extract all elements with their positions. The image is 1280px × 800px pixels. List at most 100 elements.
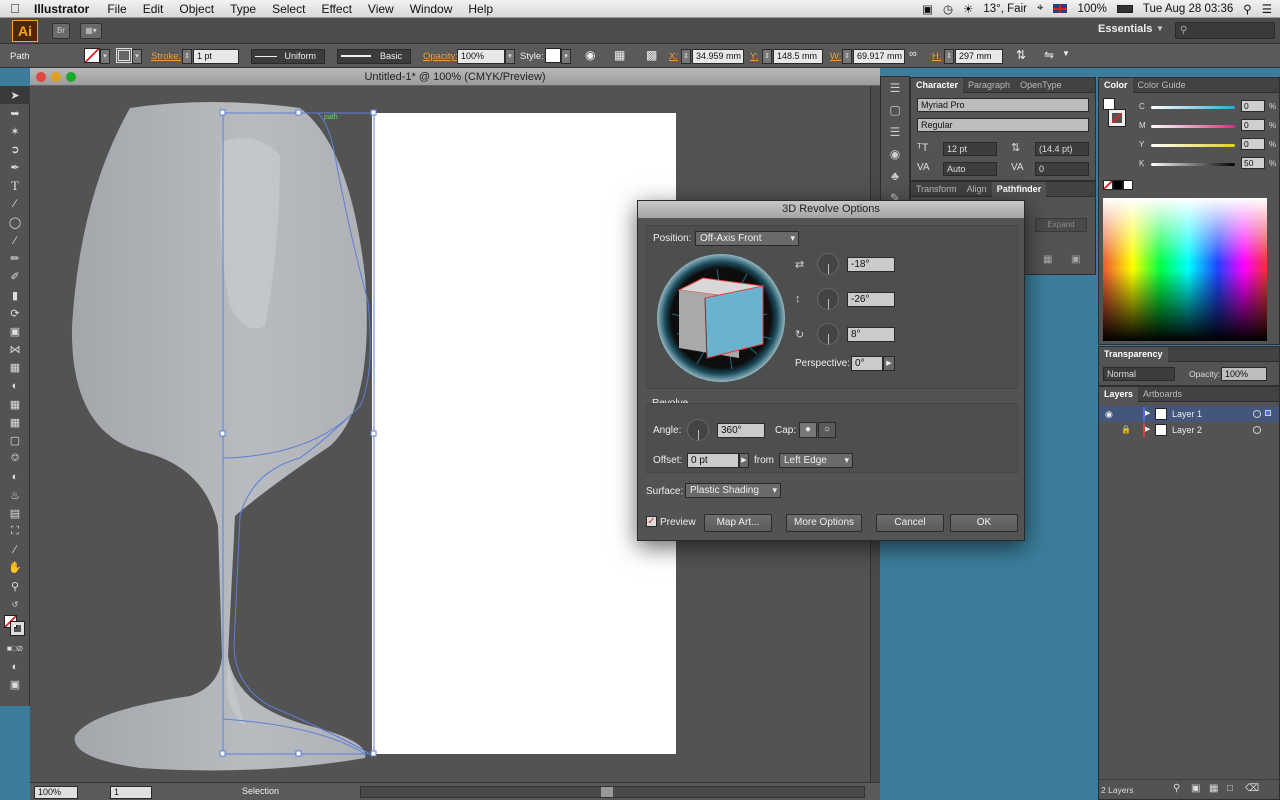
gradient-panel-icon[interactable]: ▢: [881, 99, 909, 121]
pathfinder-trim-icon[interactable]: ▦: [1043, 254, 1052, 265]
layer-row-2[interactable]: 🔒 ▶ Layer 2: [1099, 422, 1279, 438]
weather-status[interactable]: 13°, Fair: [983, 3, 1027, 15]
minimize-window-button[interactable]: [51, 72, 61, 82]
target-circle-icon[interactable]: [1253, 426, 1261, 434]
map-art-button[interactable]: Map Art...: [704, 514, 772, 532]
spotlight-icon[interactable]: ⚲: [1243, 2, 1251, 16]
arrange-documents-button[interactable]: ▦▾: [80, 22, 102, 39]
tab-character[interactable]: Character: [911, 77, 964, 93]
offset-slider-button[interactable]: ▶: [739, 453, 749, 468]
width-tool-icon[interactable]: ⋈: [0, 341, 30, 359]
lasso-tool-icon[interactable]: ➲: [0, 141, 30, 159]
tab-opentype[interactable]: OpenType: [1015, 78, 1067, 93]
pathfinder-minus-back-icon[interactable]: ▣: [1071, 254, 1080, 265]
mesh-tool-icon[interactable]: ▦: [0, 413, 30, 431]
battery-icon[interactable]: [1116, 4, 1133, 13]
hand-tool-icon[interactable]: ✋: [0, 559, 30, 577]
expand-button[interactable]: Expand: [1035, 218, 1087, 232]
expand-triangle-icon[interactable]: ▶: [1145, 422, 1150, 438]
preview-checkbox[interactable]: ✓: [646, 516, 657, 527]
variable-width-profile[interactable]: Uniform: [251, 49, 325, 64]
clipping-mask-icon[interactable]: ▣: [1191, 783, 1200, 794]
reference-point-icon[interactable]: ▩: [646, 48, 657, 62]
slice-tool-icon[interactable]: ∕: [0, 541, 30, 559]
h-label[interactable]: H:: [932, 51, 942, 62]
zoom-tool-icon[interactable]: ⚲: [0, 577, 30, 595]
menu-type[interactable]: Type: [222, 2, 264, 16]
cyan-input[interactable]: 0: [1241, 100, 1265, 112]
tab-transparency[interactable]: Transparency: [1099, 346, 1168, 362]
width-input[interactable]: 69.917 mm: [853, 49, 905, 64]
font-size-input[interactable]: 12 pt: [943, 142, 997, 156]
stroke-stepper[interactable]: ⇕: [182, 49, 192, 64]
brush-definition[interactable]: Basic: [337, 49, 411, 64]
align-icon[interactable]: ▦: [614, 48, 625, 62]
chevron-down-icon[interactable]: ▼: [1156, 24, 1164, 33]
horizontal-scrollbar[interactable]: [360, 786, 865, 798]
cube-preview[interactable]: [657, 254, 785, 382]
battery-status[interactable]: 100%: [1077, 3, 1106, 15]
swap-fill-stroke-icon[interactable]: ↺: [0, 595, 30, 613]
black-swatch[interactable]: [1113, 180, 1123, 190]
ok-button[interactable]: OK: [950, 514, 1018, 532]
appearance-panel-icon[interactable]: ◉: [881, 143, 909, 165]
more-options-button[interactable]: More Options: [786, 514, 862, 532]
stroke-color-dropdown[interactable]: ▾: [132, 49, 142, 64]
zoom-level-input[interactable]: 100%: [34, 786, 78, 799]
menu-object[interactable]: Object: [171, 2, 222, 16]
pencil-tool-icon[interactable]: ✏: [0, 250, 30, 268]
color-mode-icon[interactable]: ■□⊘: [0, 639, 30, 657]
surface-select[interactable]: Plastic Shading: [685, 483, 781, 498]
opacity-input[interactable]: 100%: [457, 49, 505, 64]
yellow-slider[interactable]: [1151, 144, 1235, 147]
layer-name[interactable]: Layer 2: [1172, 422, 1202, 438]
menu-edit[interactable]: Edit: [135, 2, 172, 16]
cap-on-button[interactable]: ●: [799, 422, 817, 438]
lock-icon[interactable]: 🔒: [1121, 422, 1131, 438]
x-stepper[interactable]: ⇕: [681, 49, 691, 64]
leading-input[interactable]: (14.4 pt): [1035, 142, 1089, 156]
white-swatch[interactable]: [1123, 180, 1133, 190]
selection-tool-icon[interactable]: ➤: [0, 86, 30, 105]
new-layer-icon[interactable]: □: [1227, 783, 1233, 794]
constrain-proportions-icon[interactable]: ∞: [909, 48, 917, 60]
fill-color-box[interactable]: [1103, 98, 1115, 110]
line-tool-icon[interactable]: ∕: [0, 195, 30, 213]
scrollbar-thumb[interactable]: [601, 787, 613, 797]
type-tool-icon[interactable]: T: [0, 177, 30, 195]
x-label[interactable]: X:: [669, 51, 678, 62]
stroke-swatch[interactable]: [116, 48, 132, 63]
track-cube-sphere[interactable]: [657, 254, 785, 382]
from-select[interactable]: Left Edge: [779, 453, 853, 468]
x-rotation-dial[interactable]: [817, 253, 839, 275]
trash-icon[interactable]: ⌫: [1245, 783, 1259, 794]
stroke-label[interactable]: Stroke:: [151, 51, 181, 62]
locate-object-icon[interactable]: ⚲: [1173, 783, 1180, 794]
artboard-tool-icon[interactable]: ⛶: [0, 523, 30, 541]
tab-color[interactable]: Color: [1099, 77, 1133, 93]
menu-select[interactable]: Select: [264, 2, 313, 16]
w-label[interactable]: W:: [830, 51, 841, 62]
font-family-select[interactable]: Myriad Pro: [917, 98, 1089, 112]
screen-icon[interactable]: ▣: [922, 2, 933, 16]
visibility-eye-icon[interactable]: ◉: [1105, 406, 1113, 422]
tab-align[interactable]: Align: [962, 182, 992, 197]
z-rotation-input[interactable]: 8°: [847, 327, 895, 342]
black-input[interactable]: 50: [1241, 157, 1265, 169]
recolor-icon[interactable]: ◉: [585, 48, 595, 62]
bridge-button[interactable]: Br: [52, 22, 70, 39]
perspective-grid-tool-icon[interactable]: ▦: [0, 395, 30, 413]
help-search-input[interactable]: ⚲: [1175, 22, 1275, 39]
paintbrush-tool-icon[interactable]: ∕: [0, 232, 30, 250]
perspective-slider-button[interactable]: ▶: [883, 356, 895, 371]
x-rotation-input[interactable]: -18°: [847, 257, 895, 272]
opacity-dropdown[interactable]: ▾: [505, 49, 515, 64]
tab-paragraph[interactable]: Paragraph: [963, 78, 1015, 93]
isolate-icon[interactable]: ⇋: [1044, 48, 1054, 62]
transform-icon[interactable]: ⇅: [1016, 48, 1026, 62]
timemachine-icon[interactable]: ◷: [943, 2, 953, 16]
y-rotation-input[interactable]: -26°: [847, 292, 895, 307]
fill-swatch[interactable]: [84, 48, 100, 63]
stroke-color-box[interactable]: [1108, 109, 1126, 127]
new-sublayer-icon[interactable]: ▦: [1209, 783, 1218, 794]
